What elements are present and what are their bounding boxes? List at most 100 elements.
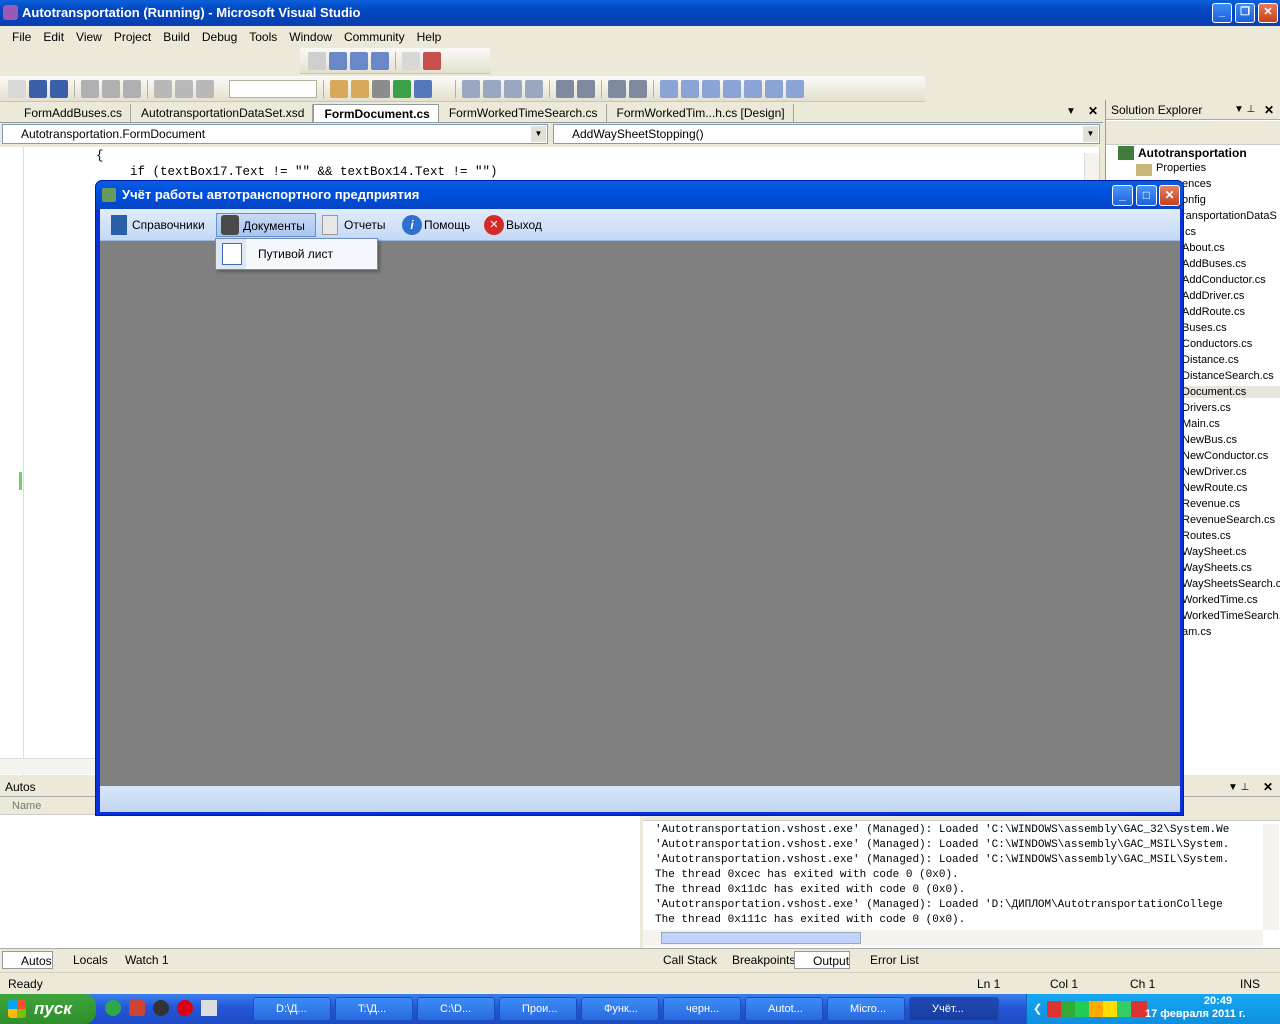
- solution-item[interactable]: WaySheetsSearch.cs: [1182, 578, 1280, 590]
- output-horizontal-scrollbar[interactable]: [643, 930, 1263, 946]
- tab-formworkedtime-design[interactable]: FormWorkedTim...h.cs [Design]: [607, 104, 794, 122]
- solution-item[interactable]: AddBuses.cs: [1182, 258, 1280, 270]
- clock-time[interactable]: 20:49: [1193, 995, 1243, 1007]
- breakpoint-icon[interactable]: [423, 51, 441, 70]
- solution-item[interactable]: About.cs: [1182, 242, 1280, 254]
- solution-config-combo[interactable]: [229, 79, 317, 98]
- solution-item[interactable]: DistanceSearch.cs: [1182, 370, 1280, 382]
- close-icon[interactable]: ✕: [1264, 100, 1274, 120]
- app-minimize-button[interactable]: _: [1112, 185, 1133, 206]
- scroll-thumb[interactable]: [661, 932, 861, 944]
- layout-icon[interactable]: [765, 79, 783, 98]
- solution-item-properties[interactable]: Properties: [1156, 162, 1206, 174]
- menu-window[interactable]: Window: [283, 30, 338, 44]
- opera-icon[interactable]: [177, 1000, 193, 1016]
- tab-formworkedtimesearch[interactable]: FormWorkedTimeSearch.cs: [439, 104, 607, 122]
- tab-dropdown-icon[interactable]: ▼: [1066, 106, 1076, 117]
- solution-item[interactable]: ransportationDataS: [1182, 210, 1280, 222]
- close-tab-icon[interactable]: ✕: [1088, 104, 1098, 118]
- solution-item[interactable]: ences: [1182, 178, 1280, 190]
- solution-item[interactable]: WaySheet.cs: [1182, 546, 1280, 558]
- comment-icon[interactable]: [608, 79, 626, 98]
- app-maximize-button[interactable]: □: [1136, 185, 1157, 206]
- task-button[interactable]: черн...: [663, 997, 741, 1021]
- bookmark-next-icon[interactable]: [483, 79, 501, 98]
- member-combo[interactable]: AddWaySheetStopping() ▼: [553, 124, 1100, 144]
- solution-item[interactable]: RevenueSearch.cs: [1182, 514, 1280, 526]
- task-button[interactable]: Autot...: [745, 997, 823, 1021]
- command-window-icon[interactable]: [414, 79, 432, 98]
- layout-icon[interactable]: [702, 79, 720, 98]
- text-case-icon[interactable]: [525, 79, 543, 98]
- show-next-statement-icon[interactable]: [402, 51, 420, 70]
- task-button[interactable]: Функ...: [581, 997, 659, 1021]
- task-button[interactable]: C:\D...: [417, 997, 495, 1021]
- menu-reports[interactable]: Отчеты: [318, 213, 395, 237]
- solution-item[interactable]: .cs: [1182, 226, 1280, 238]
- layout-icon[interactable]: [660, 79, 678, 98]
- menu-help[interactable]: i Помощь: [398, 213, 480, 237]
- tray-icons[interactable]: [1047, 1001, 1147, 1017]
- maximize-button[interactable]: ❐: [1235, 3, 1255, 23]
- continue-icon[interactable]: [308, 51, 326, 70]
- app-icon[interactable]: [153, 1000, 169, 1016]
- menu-project[interactable]: Project: [108, 30, 157, 44]
- outdent-icon[interactable]: [577, 79, 595, 98]
- solution-item[interactable]: Buses.cs: [1182, 322, 1280, 334]
- pin-icon[interactable]: ▼ ⊥: [1234, 100, 1255, 120]
- task-button[interactable]: D:\Д...: [253, 997, 331, 1021]
- menu-item-waybill[interactable]: Путивой лист: [258, 247, 333, 261]
- tab-dataset-xsd[interactable]: AutotransportationDataSet.xsd: [131, 104, 314, 122]
- solution-item[interactable]: Routes.cs: [1182, 530, 1280, 542]
- uncomment-icon[interactable]: [629, 79, 647, 98]
- solution-item[interactable]: NewBus.cs: [1182, 434, 1280, 446]
- solution-item[interactable]: WaySheets.cs: [1182, 562, 1280, 574]
- menu-exit[interactable]: ✕ Выход: [480, 213, 552, 237]
- pause-icon[interactable]: [329, 51, 347, 70]
- solution-item[interactable]: Main.cs: [1182, 418, 1280, 430]
- solution-item[interactable]: onfig: [1182, 194, 1280, 206]
- bookmark-prev-icon[interactable]: [504, 79, 522, 98]
- solution-item[interactable]: AddRoute.cs: [1182, 306, 1280, 318]
- pin-icon[interactable]: ▼ ⊥: [1228, 778, 1249, 797]
- solution-item[interactable]: Revenue.cs: [1182, 498, 1280, 510]
- stop-icon[interactable]: [350, 51, 368, 70]
- paste-icon[interactable]: [123, 79, 141, 98]
- solution-item[interactable]: WorkedTime.cs: [1182, 594, 1280, 606]
- save-all-icon[interactable]: [50, 79, 68, 98]
- tab-output[interactable]: Output: [794, 951, 851, 969]
- solution-item[interactable]: NewRoute.cs: [1182, 482, 1280, 494]
- task-button[interactable]: Micro...: [827, 997, 905, 1021]
- start-debug-icon[interactable]: [196, 79, 214, 98]
- tab-locals[interactable]: Locals: [55, 951, 108, 969]
- menu-documents[interactable]: Документы: [216, 213, 316, 237]
- menu-community[interactable]: Community: [338, 30, 411, 44]
- close-button[interactable]: ✕: [1258, 3, 1278, 23]
- menu-tools[interactable]: Tools: [243, 30, 283, 44]
- layout-icon[interactable]: [723, 79, 741, 98]
- cut-icon[interactable]: [81, 79, 99, 98]
- layout-icon[interactable]: [786, 79, 804, 98]
- solution-item[interactable]: Document.cs: [1182, 386, 1280, 398]
- task-button[interactable]: T:\Д...: [335, 997, 413, 1021]
- solution-item[interactable]: Drivers.cs: [1182, 402, 1280, 414]
- utorrent-icon[interactable]: [105, 1000, 121, 1016]
- app-icon[interactable]: [129, 1000, 145, 1016]
- indent-icon[interactable]: [556, 79, 574, 98]
- solution-item[interactable]: am.cs: [1182, 626, 1280, 638]
- redo-icon[interactable]: [175, 79, 193, 98]
- copy-icon[interactable]: [102, 79, 120, 98]
- close-icon[interactable]: ✕: [1263, 778, 1273, 797]
- minimize-button[interactable]: _: [1212, 3, 1232, 23]
- solution-item[interactable]: Conductors.cs: [1182, 338, 1280, 350]
- tab-watch[interactable]: Watch 1: [107, 951, 169, 969]
- menu-edit[interactable]: Edit: [37, 30, 70, 44]
- toolbox-icon[interactable]: [393, 79, 411, 98]
- task-button-active[interactable]: Учёт...: [909, 997, 999, 1021]
- menu-view[interactable]: View: [70, 30, 108, 44]
- tab-error-list[interactable]: Error List: [852, 951, 919, 969]
- solution-explorer-icon[interactable]: [351, 79, 369, 98]
- tab-breakpoints[interactable]: Breakpoints: [714, 951, 795, 969]
- start-button[interactable]: пуск: [0, 994, 96, 1024]
- solution-item[interactable]: WorkedTimeSearch.c: [1182, 610, 1280, 622]
